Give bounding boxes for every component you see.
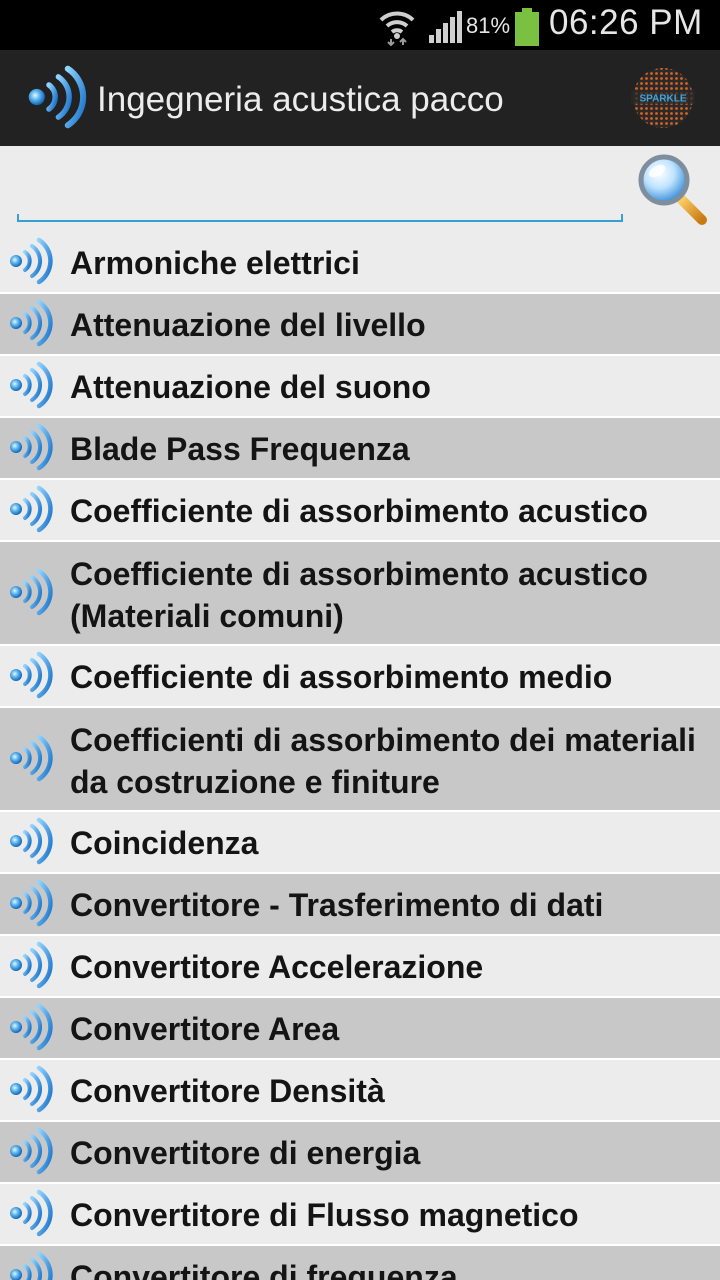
status-bar: 81% 06:26 PM: [0, 0, 720, 50]
list-item[interactable]: Convertitore di energia: [0, 1122, 720, 1184]
list-item[interactable]: Convertitore Densità: [0, 1060, 720, 1122]
sound-wave-icon: [8, 1063, 54, 1115]
app-title: Ingegneria acustica pacco: [97, 80, 504, 119]
list-item-label: Convertitore di energia: [70, 1135, 421, 1171]
magnifier-icon[interactable]: [636, 152, 710, 226]
clock: 06:26 PM: [549, 3, 703, 42]
sparkle-logo[interactable]: SPARKLE: [629, 66, 697, 130]
list-item[interactable]: Coefficiente di assorbimento acustico (M…: [0, 542, 720, 646]
cell-signal-icon: [429, 11, 462, 43]
sound-wave-icon: [8, 1001, 54, 1053]
list-item[interactable]: Coincidenza: [0, 812, 720, 874]
list-item[interactable]: Coefficiente di assorbimento acustico: [0, 480, 720, 542]
sound-wave-icon: [8, 483, 54, 535]
list-item[interactable]: Convertitore - Trasferimento di dati: [0, 874, 720, 936]
list-item-label: Coincidenza: [70, 825, 259, 861]
list-item[interactable]: Armoniche elettrici: [0, 232, 720, 294]
list-item[interactable]: Convertitore Accelerazione: [0, 936, 720, 998]
search-input-underline: [17, 214, 623, 222]
sound-wave-icon: [8, 1125, 54, 1177]
list-item-label: Convertitore Area: [70, 1011, 340, 1047]
action-bar: Ingegneria acustica pacco SPARKLE: [0, 50, 720, 146]
list-item-label: Convertitore Accelerazione: [70, 949, 484, 985]
sound-wave-icon: [8, 732, 54, 784]
sound-wave-icon[interactable]: [26, 62, 88, 132]
sound-wave-icon: [8, 235, 54, 287]
list-item[interactable]: Attenuazione del livello: [0, 294, 720, 356]
list-item-label: Coefficienti di assorbimento dei materia…: [70, 722, 696, 800]
sound-wave-icon: [8, 815, 54, 867]
list-item[interactable]: Convertitore di Flusso magnetico: [0, 1184, 720, 1246]
list-item-label: Convertitore - Trasferimento di dati: [70, 887, 604, 923]
sound-wave-icon: [8, 359, 54, 411]
sound-wave-icon: [8, 649, 54, 701]
search-input[interactable]: [17, 154, 619, 218]
list-item-label: Convertitore di frequenza: [70, 1259, 458, 1280]
search-bar: [0, 146, 720, 232]
list-item-label: Coefficiente di assorbimento acustico (M…: [70, 556, 648, 634]
list-item[interactable]: Blade Pass Frequenza: [0, 418, 720, 480]
sound-wave-icon: [8, 939, 54, 991]
sound-wave-icon: [8, 1187, 54, 1239]
sound-wave-icon: [8, 421, 54, 473]
list-item-label: Coefficiente di assorbimento acustico: [70, 493, 648, 529]
list-item[interactable]: Convertitore di frequenza: [0, 1246, 720, 1280]
battery-icon: [515, 8, 539, 46]
list-item[interactable]: Coefficienti di assorbimento dei materia…: [0, 708, 720, 812]
sound-wave-icon: [8, 877, 54, 929]
list-item[interactable]: Coefficiente di assorbimento medio: [0, 646, 720, 708]
list-item-label: Coefficiente di assorbimento medio: [70, 659, 613, 695]
sound-wave-icon: [8, 566, 54, 618]
list-item[interactable]: Attenuazione del suono: [0, 356, 720, 418]
list-item-label: Blade Pass Frequenza: [70, 431, 410, 467]
list-item-label: Attenuazione del livello: [70, 307, 426, 343]
list-item-label: Convertitore Densità: [70, 1073, 385, 1109]
list-item-label: Convertitore di Flusso magnetico: [70, 1197, 579, 1233]
sound-wave-icon: [8, 1249, 54, 1280]
item-list[interactable]: Armoniche elettrici Attenuazione del live…: [0, 232, 720, 1280]
wifi-icon: [379, 11, 415, 46]
list-item-label: Attenuazione del suono: [70, 369, 431, 405]
battery-percent: 81%: [466, 13, 511, 38]
list-item-label: Armoniche elettrici: [70, 245, 360, 281]
sparkle-logo-text: SPARKLE: [639, 94, 686, 105]
sound-wave-icon: [8, 297, 54, 349]
list-item[interactable]: Convertitore Area: [0, 998, 720, 1060]
